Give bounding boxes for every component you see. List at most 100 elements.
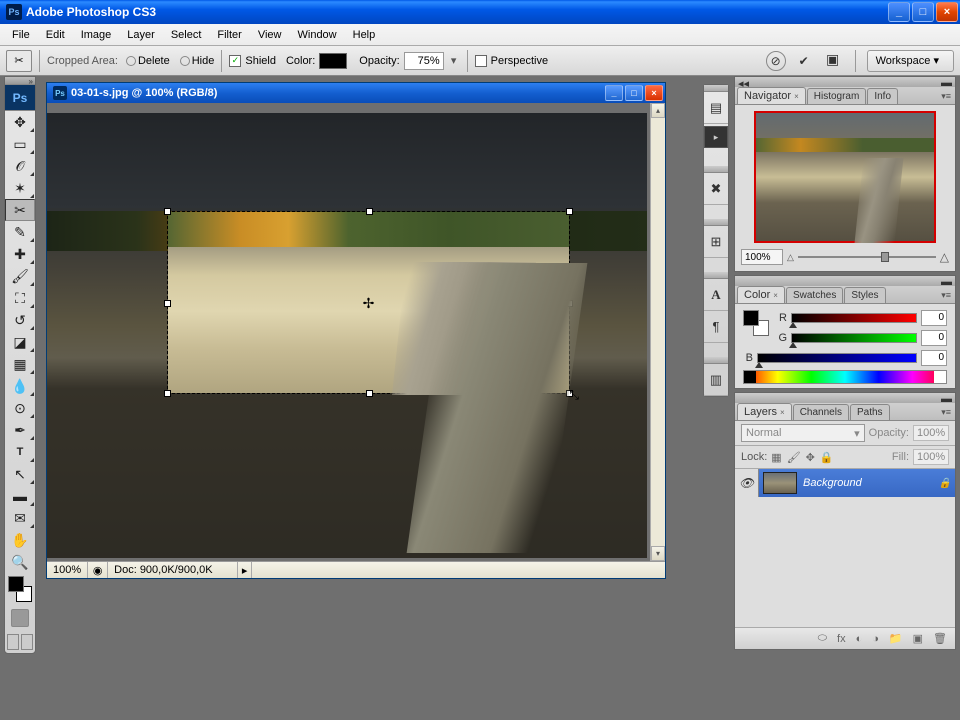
layer-row-background[interactable]: 👁 Background 🔒 (735, 469, 955, 497)
eraser-tool[interactable]: ◪ (5, 331, 35, 353)
navigator-zoom-input[interactable]: 100% (741, 249, 783, 265)
navigator-zoom-slider[interactable] (798, 250, 936, 264)
crop-selection[interactable]: ✢ ⤡ (167, 211, 570, 394)
tab-color[interactable]: Color× (737, 286, 785, 303)
layer-group-icon[interactable]: 📁 (889, 632, 903, 645)
lock-position-icon[interactable]: ✥ (806, 451, 815, 464)
blur-tool[interactable]: 💧 (5, 375, 35, 397)
layer-visibility-icon[interactable]: 👁 (735, 469, 759, 497)
layers-menu-icon[interactable]: ▾≡ (937, 405, 955, 420)
scroll-down-icon[interactable]: ▾ (651, 546, 665, 561)
layer-name[interactable]: Background (803, 477, 935, 489)
hand-tool[interactable]: ✋ (5, 529, 35, 551)
tab-paths[interactable]: Paths (850, 404, 890, 420)
path-select-tool[interactable]: ↖ (5, 463, 35, 485)
adjustment-layer-icon[interactable]: ◑ (872, 633, 879, 645)
crop-handle-tr[interactable] (566, 208, 573, 215)
history-brush-tool[interactable]: ↺ (5, 309, 35, 331)
crop-handle-bl[interactable] (164, 390, 171, 397)
dock-history-icon[interactable]: ▤ (704, 92, 728, 124)
crop-handle-mr[interactable] (566, 300, 573, 307)
vertical-scrollbar[interactable]: ▴ ▾ (650, 103, 665, 561)
color-menu-icon[interactable]: ▾≡ (937, 288, 955, 303)
blend-mode-select[interactable]: Normal▾ (741, 424, 865, 442)
status-menu-icon[interactable]: ◉ (88, 562, 108, 578)
menu-view[interactable]: View (250, 26, 290, 44)
screen-mode-icon[interactable]: ▣ (822, 51, 844, 71)
quick-mask-button[interactable] (11, 609, 29, 627)
healing-tool[interactable]: ✚ (5, 243, 35, 265)
move-tool[interactable]: ✥ (5, 111, 35, 133)
menu-filter[interactable]: Filter (209, 26, 249, 44)
delete-layer-icon[interactable]: 🗑 (933, 632, 947, 645)
gradient-tool[interactable]: ▦ (5, 353, 35, 375)
tab-swatches[interactable]: Swatches (786, 287, 843, 303)
zoom-level[interactable]: 100% (47, 562, 88, 578)
doc-close-button[interactable]: × (645, 85, 663, 101)
dock-character-icon[interactable]: A (704, 279, 728, 311)
window-close-button[interactable]: × (936, 2, 958, 22)
tab-channels[interactable]: Channels (793, 404, 849, 420)
tab-info[interactable]: Info (867, 88, 898, 104)
toolbox-grip[interactable]: » (5, 77, 35, 85)
doc-minimize-button[interactable]: _ (605, 85, 623, 101)
lock-transparent-icon[interactable]: ▦ (771, 451, 781, 464)
menu-image[interactable]: Image (73, 26, 120, 44)
workspace-dropdown[interactable]: Workspace ▾ (867, 50, 954, 72)
b-value[interactable]: 0 (921, 350, 947, 366)
menu-window[interactable]: Window (290, 26, 345, 44)
screenmode-1[interactable] (7, 634, 19, 650)
stamp-tool[interactable]: ⛶ (5, 287, 35, 309)
dock-brushes-icon[interactable]: ✖ (704, 173, 728, 205)
opacity-dropdown-icon[interactable]: ▾ (448, 54, 460, 67)
g-value[interactable]: 0 (921, 330, 947, 346)
layer-thumbnail[interactable] (763, 472, 797, 494)
layer-opacity-input[interactable]: 100% (913, 425, 949, 441)
shield-checkbox[interactable]: ✓ (229, 55, 241, 67)
fg-bg-color[interactable] (5, 573, 35, 605)
color-fgbg-swatch[interactable] (743, 310, 769, 336)
link-layers-icon[interactable]: ⬭ (818, 632, 827, 645)
dodge-tool[interactable]: ⊙ (5, 397, 35, 419)
doc-maximize-button[interactable]: □ (625, 85, 643, 101)
menu-file[interactable]: File (4, 26, 38, 44)
pen-tool[interactable]: ✒ (5, 419, 35, 441)
dock-paragraph-icon[interactable]: ¶ (704, 311, 728, 343)
layer-mask-icon[interactable]: ◐ (856, 633, 863, 645)
document-titlebar[interactable]: Ps 03-01-s.jpg @ 100% (RGB/8) _ □ × (47, 83, 665, 103)
document-canvas[interactable]: ✢ ⤡ (47, 103, 650, 561)
dock-actions-icon[interactable]: ▸ (704, 126, 728, 148)
opacity-input[interactable]: 75% (404, 52, 444, 70)
cancel-crop-button[interactable]: ⊘ (766, 51, 786, 71)
scroll-up-icon[interactable]: ▴ (651, 103, 665, 118)
crop-handle-bm[interactable] (366, 390, 373, 397)
menu-layer[interactable]: Layer (119, 26, 163, 44)
color-spectrum[interactable] (743, 370, 947, 384)
window-maximize-button[interactable]: □ (912, 2, 934, 22)
perspective-checkbox[interactable]: ✓ (475, 55, 487, 67)
lock-image-icon[interactable]: 🖌 (787, 451, 801, 464)
fill-input[interactable]: 100% (913, 449, 949, 465)
crop-delete-radio[interactable] (126, 56, 136, 66)
notes-tool[interactable]: ✉ (5, 507, 35, 529)
menu-select[interactable]: Select (163, 26, 210, 44)
color-panel-grip[interactable]: ▬ (734, 275, 956, 286)
crop-handle-tl[interactable] (164, 208, 171, 215)
crop-tool[interactable]: ✂ (5, 199, 35, 221)
navigator-thumbnail[interactable] (754, 111, 936, 243)
dock-toolpresets-icon[interactable]: ⊞ (704, 226, 728, 258)
type-tool[interactable]: T (5, 441, 35, 463)
lock-all-icon[interactable]: 🔒 (820, 451, 834, 464)
screenmode-2[interactable] (21, 634, 33, 650)
quick-select-tool[interactable]: ✶ (5, 177, 35, 199)
tab-layers[interactable]: Layers× (737, 403, 792, 420)
crop-handle-tm[interactable] (366, 208, 373, 215)
window-minimize-button[interactable]: _ (888, 2, 910, 22)
tab-styles[interactable]: Styles (844, 287, 885, 303)
menu-help[interactable]: Help (345, 26, 384, 44)
r-value[interactable]: 0 (921, 310, 947, 326)
shield-color-swatch[interactable] (319, 53, 347, 69)
crop-handle-ml[interactable] (164, 300, 171, 307)
tab-histogram[interactable]: Histogram (807, 88, 867, 104)
shape-tool[interactable]: ▬ (5, 485, 35, 507)
